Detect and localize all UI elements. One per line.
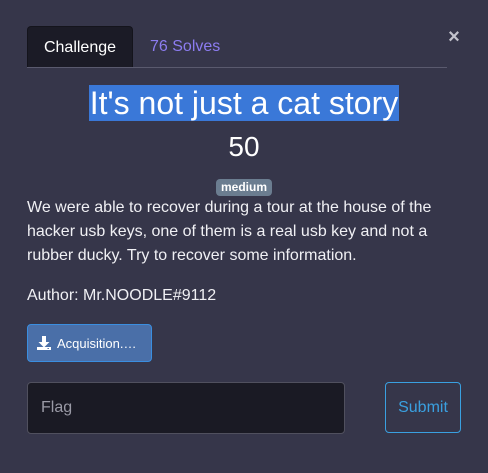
challenge-author: Author: Mr.NOODLE#9112 [27,287,217,304]
tab-challenge[interactable]: Challenge [27,26,133,67]
tab-solves[interactable]: 76 Solves [150,26,220,67]
download-icon [37,336,51,350]
challenge-tabs: Challenge 76 Solves [27,26,447,68]
challenge-title-wrap: It's not just a cat story [0,85,488,121]
submit-button[interactable]: Submit [385,382,461,433]
close-icon[interactable]: × [444,25,464,49]
download-file-label: Acquisition.… [57,335,137,351]
flag-input[interactable] [27,382,345,434]
challenge-description: We were able to recover during a tour at… [27,199,432,264]
download-file-button[interactable]: Acquisition.… [27,324,152,362]
challenge-title: It's not just a cat story [88,85,400,121]
challenge-points: 50 [228,131,260,162]
difficulty-badge: medium [215,179,272,196]
difficulty-badge-wrap: medium [0,178,488,196]
